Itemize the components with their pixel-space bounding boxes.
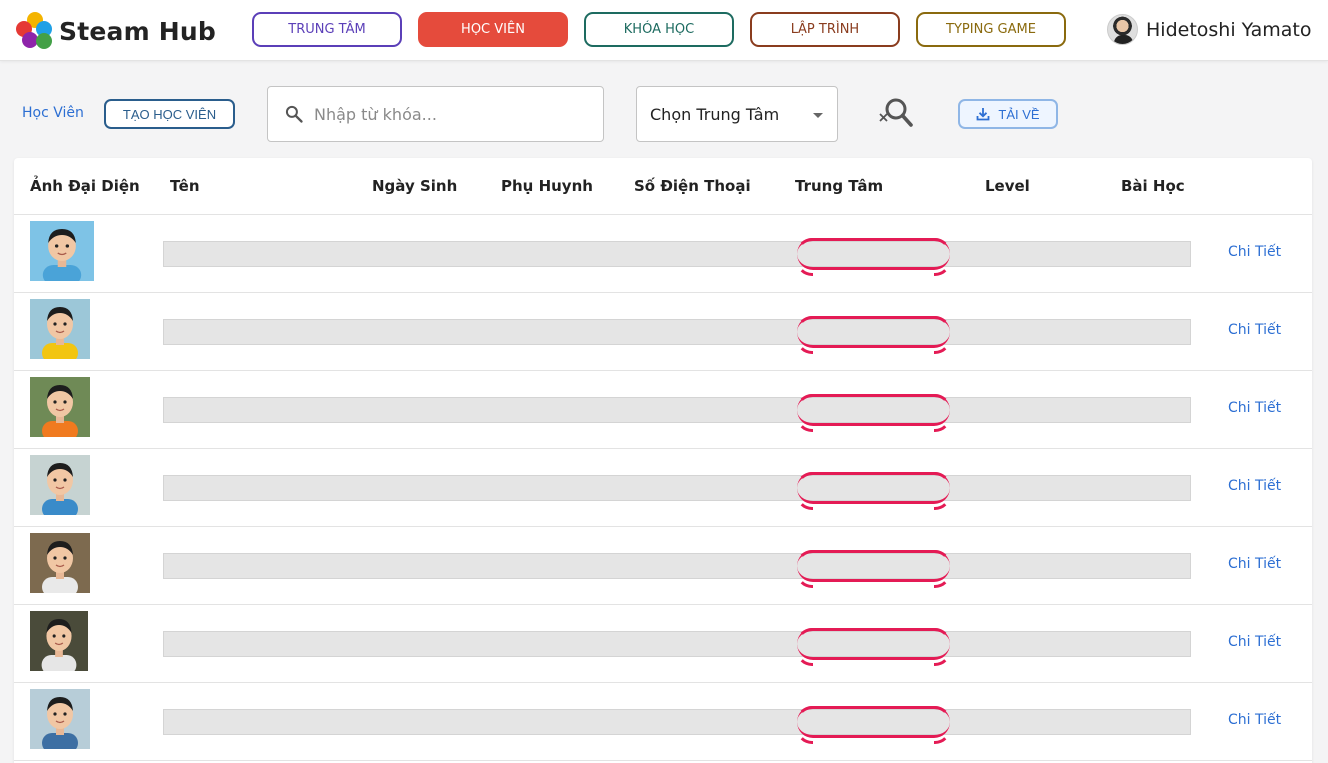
student-photo-5 bbox=[30, 533, 90, 593]
center-badge bbox=[796, 706, 951, 744]
col-phone-header: Số Điện Thoại bbox=[634, 177, 751, 195]
row-skeleton-placeholder bbox=[163, 397, 1191, 423]
student-photo-4 bbox=[30, 455, 90, 515]
nav-programming-button[interactable]: LẬP TRÌNH bbox=[750, 12, 900, 47]
download-label: TẢI VỀ bbox=[998, 106, 1040, 122]
center-badge bbox=[796, 550, 951, 588]
student-photo-1 bbox=[30, 221, 94, 281]
logo-dots-icon bbox=[16, 12, 54, 50]
search-field[interactable] bbox=[267, 86, 604, 142]
col-lesson-header: Bài Học bbox=[1121, 177, 1185, 195]
search-input[interactable] bbox=[314, 104, 584, 124]
top-header: Steam Hub TRUNG TÂM HỌC VIÊN KHÓA HỌC LẬP T… bbox=[0, 0, 1328, 61]
search-icon bbox=[285, 105, 303, 123]
detail-link[interactable]: Chi Tiết bbox=[1228, 244, 1281, 260]
download-button[interactable]: TẢI VỀ bbox=[958, 99, 1058, 129]
center-badge bbox=[796, 628, 951, 666]
col-level-header: Level bbox=[985, 177, 1030, 195]
table-row: Chi Tiết bbox=[14, 293, 1312, 371]
table-row: Chi Tiết bbox=[14, 683, 1312, 761]
detail-link[interactable]: Chi Tiết bbox=[1228, 556, 1281, 572]
student-photo-3 bbox=[30, 377, 90, 437]
user-name: Hidetoshi Yamato bbox=[1146, 18, 1312, 41]
student-photo-6 bbox=[30, 611, 88, 671]
col-birthdate-header: Ngày Sinh bbox=[372, 177, 458, 195]
table-row: Chi Tiết bbox=[14, 449, 1312, 527]
row-skeleton-placeholder bbox=[163, 319, 1191, 345]
search-clear-icon[interactable] bbox=[876, 95, 914, 131]
table-row: Chi Tiết bbox=[14, 215, 1312, 293]
nav-courses-button[interactable]: KHÓA HỌC bbox=[584, 12, 734, 47]
center-badge bbox=[796, 238, 951, 276]
user-avatar-icon bbox=[1107, 14, 1138, 45]
table-row: Chi Tiết bbox=[14, 527, 1312, 605]
center-badge bbox=[796, 394, 951, 432]
row-skeleton-placeholder bbox=[163, 241, 1191, 267]
col-avatar-header: Ảnh Đại Diện bbox=[30, 177, 140, 195]
row-skeleton-placeholder bbox=[163, 475, 1191, 501]
nav-students-button[interactable]: HỌC VIÊN bbox=[418, 12, 568, 47]
brand-logo[interactable]: Steam Hub bbox=[16, 12, 216, 50]
center-badge bbox=[796, 472, 951, 510]
detail-link[interactable]: Chi Tiết bbox=[1228, 478, 1281, 494]
student-photo-7 bbox=[30, 689, 90, 749]
row-skeleton-placeholder bbox=[163, 709, 1191, 735]
table-header: Ảnh Đại Diện Tên Ngày Sinh Phụ Huynh Số Điện… bbox=[14, 158, 1312, 215]
table-row: Chi Tiết bbox=[14, 605, 1312, 683]
center-badge bbox=[796, 316, 951, 354]
nav-centers-button[interactable]: TRUNG TÂM bbox=[252, 12, 402, 47]
col-name-header: Tên bbox=[170, 177, 200, 195]
brand-name: Steam Hub bbox=[59, 16, 216, 46]
row-skeleton-placeholder bbox=[163, 631, 1191, 657]
col-parent-header: Phụ Huynh bbox=[501, 177, 593, 195]
student-photo-2 bbox=[30, 299, 90, 359]
user-menu[interactable]: Hidetoshi Yamato bbox=[1107, 14, 1312, 45]
detail-link[interactable]: Chi Tiết bbox=[1228, 634, 1281, 650]
detail-link[interactable]: Chi Tiết bbox=[1228, 712, 1281, 728]
col-center-header: Trung Tâm bbox=[795, 177, 884, 195]
create-student-button[interactable]: TẠO HỌC VIÊN bbox=[104, 99, 235, 129]
students-table: Ảnh Đại Diện Tên Ngày Sinh Phụ Huynh Số Điện… bbox=[14, 158, 1312, 763]
table-row: Chi Tiết bbox=[14, 371, 1312, 449]
download-icon bbox=[977, 108, 990, 121]
breadcrumb-students[interactable]: Học Viên bbox=[22, 105, 84, 121]
nav-typing-game-button[interactable]: TYPING GAME bbox=[916, 12, 1066, 47]
row-skeleton-placeholder bbox=[163, 553, 1191, 579]
center-select[interactable]: Chọn Trung Tâm bbox=[636, 86, 838, 142]
detail-link[interactable]: Chi Tiết bbox=[1228, 322, 1281, 338]
detail-link[interactable]: Chi Tiết bbox=[1228, 400, 1281, 416]
center-select-value: Chọn Trung Tâm bbox=[650, 104, 780, 124]
chevron-down-icon bbox=[813, 113, 823, 118]
